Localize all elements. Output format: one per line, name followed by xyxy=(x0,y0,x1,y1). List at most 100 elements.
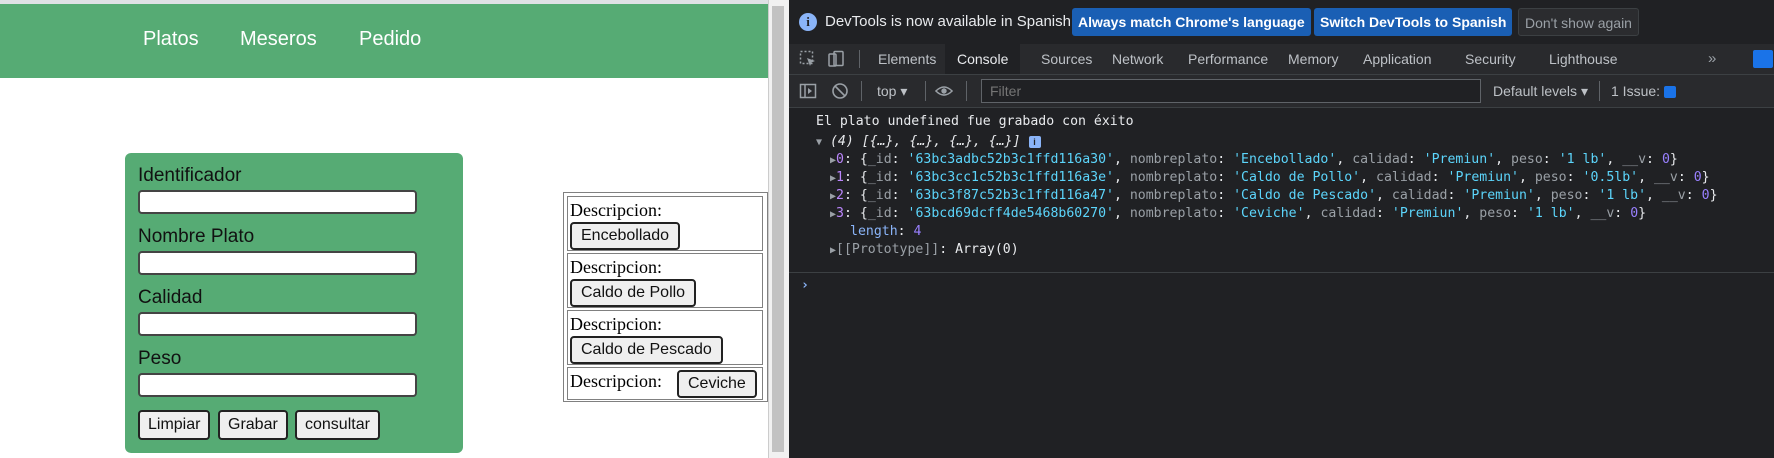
length-value: 4 xyxy=(913,224,922,239)
nombre-plato-input[interactable] xyxy=(138,251,417,275)
web-page: Platos Meseros Pedido Identificador Nomb… xyxy=(0,0,768,458)
description-row: Descripcion: Caldo de Pescado xyxy=(567,310,763,365)
length-key: length xyxy=(850,224,898,239)
description-row: Descripcion: Encebollado xyxy=(567,196,763,251)
tab-console[interactable]: Console xyxy=(945,44,1021,74)
tab-network[interactable]: Network xyxy=(1102,44,1173,74)
array-entry-row[interactable]: ▶3: {_id: '63bcd69dcff4de5468b60270', no… xyxy=(830,206,1646,221)
tab-sources[interactable]: Sources xyxy=(1031,44,1102,74)
array-summary-line[interactable]: ▼ (4) [{…}, {…}, {…}, {…}] i xyxy=(816,134,1041,149)
array-entry-row[interactable]: ▶0: {_id: '63bc3adbc52b3c1ffd116a30', no… xyxy=(830,152,1678,167)
array-entry-row[interactable]: ▶1: {_id: '63bc3cc1c52b3c1ffd116a3e', no… xyxy=(830,170,1710,185)
description-button-ceviche[interactable]: Ceviche xyxy=(677,370,757,398)
live-expression-eye-icon[interactable] xyxy=(935,82,953,100)
entry-nombreplato: 'Caldo de Pollo' xyxy=(1233,170,1361,185)
description-button-caldo-de-pollo[interactable]: Caldo de Pollo xyxy=(570,279,697,307)
nav-meseros[interactable]: Meseros xyxy=(240,28,317,51)
consultar-button[interactable]: consultar xyxy=(295,410,380,440)
description-label: Descripcion: xyxy=(570,257,662,277)
console-toolbar: top ▾ Default levels ▾ 1 Issue: xyxy=(789,75,1774,108)
entry-index: 0 xyxy=(836,152,844,167)
tab-lighthouse[interactable]: Lighthouse xyxy=(1539,44,1628,74)
log-levels-value: Default levels xyxy=(1493,83,1578,99)
prototype-value: Array(0) xyxy=(955,242,1019,257)
devtools-tabbar: Elements Console Sources Network Perform… xyxy=(789,44,1774,75)
match-language-button[interactable]: Always match Chrome's language xyxy=(1072,8,1311,36)
scrollbar-thumb[interactable] xyxy=(772,6,784,452)
console-prompt-chevron-icon[interactable]: › xyxy=(801,278,809,293)
dropdown-caret-icon: ▾ xyxy=(900,83,908,99)
tab-security[interactable]: Security xyxy=(1455,44,1526,74)
limpiar-button[interactable]: Limpiar xyxy=(138,410,211,440)
descriptions-table: Descripcion: Encebollado Descripcion: Ca… xyxy=(563,192,768,402)
entry-id: '63bc3f87c52b3c1ffd116a47' xyxy=(907,188,1114,203)
log-levels-select[interactable]: Default levels ▾ xyxy=(1493,83,1588,100)
entry-nombreplato: 'Ceviche' xyxy=(1233,206,1305,221)
toolbar-divider xyxy=(925,81,926,101)
device-toolbar-icon[interactable] xyxy=(827,50,845,68)
entry-version: 0 xyxy=(1661,152,1670,167)
description-row: Descripcion: Caldo de Pollo xyxy=(567,253,763,308)
array-length-line: length: 4 xyxy=(850,224,922,239)
tab-elements[interactable]: Elements xyxy=(868,44,946,74)
dropdown-caret-icon: ▾ xyxy=(1580,83,1588,99)
sidebar-toggle-icon[interactable] xyxy=(799,82,817,100)
grabar-button[interactable]: Grabar xyxy=(218,410,288,440)
entry-peso: '1 lb' xyxy=(1526,206,1575,221)
issues-button[interactable]: 1 Issue: xyxy=(1611,83,1677,99)
prototype-line[interactable]: ▶[[Prototype]]: Array(0) xyxy=(830,242,1019,257)
description-button-encebollado[interactable]: Encebollado xyxy=(570,222,681,250)
entry-version: 0 xyxy=(1630,206,1639,221)
switch-spanish-button[interactable]: Switch DevTools to Spanish xyxy=(1314,8,1513,36)
console-log-message: El plato undefined fue grabado con éxito xyxy=(816,114,1134,129)
collapse-triangle-icon[interactable]: ▼ xyxy=(816,137,822,148)
calidad-input[interactable] xyxy=(138,312,417,336)
console-filter-input[interactable] xyxy=(981,79,1481,103)
entry-version: 0 xyxy=(1693,170,1702,185)
toolbar-divider xyxy=(1599,81,1600,101)
toolbar-divider xyxy=(966,81,967,101)
dont-show-again-button[interactable]: Don't show again xyxy=(1518,8,1639,36)
console-output: El plato undefined fue grabado con éxito… xyxy=(789,108,1774,458)
entry-peso: '1 lb' xyxy=(1558,152,1607,167)
devtools-splitter[interactable] xyxy=(768,0,789,458)
entry-calidad: 'Premiun' xyxy=(1447,170,1519,185)
clear-console-icon[interactable] xyxy=(831,82,849,100)
nav-platos[interactable]: Platos xyxy=(143,28,199,51)
description-button-caldo-de-pescado[interactable]: Caldo de Pescado xyxy=(570,336,723,364)
entry-nombreplato: 'Caldo de Pescado' xyxy=(1233,188,1377,203)
nav-pedido[interactable]: Pedido xyxy=(359,28,421,51)
entry-nombreplato: 'Encebollado' xyxy=(1233,152,1337,167)
context-select[interactable]: top ▾ xyxy=(877,83,907,100)
infobar-message: DevTools is now available in Spanish! xyxy=(825,13,1076,30)
inspect-element-icon[interactable] xyxy=(799,50,817,68)
language-infobar: i DevTools is now available in Spanish! … xyxy=(789,0,1774,45)
tab-memory[interactable]: Memory xyxy=(1278,44,1349,74)
info-badge-icon: i xyxy=(1028,136,1041,148)
entry-id: '63bc3adbc52b3c1ffd116a30' xyxy=(907,152,1114,167)
toolbar-divider xyxy=(861,81,862,101)
entry-index: 1 xyxy=(836,170,844,185)
info-icon: i xyxy=(799,13,817,31)
label-identificador: Identificador xyxy=(138,165,242,186)
tab-application[interactable]: Application xyxy=(1353,44,1442,74)
messages-icon[interactable] xyxy=(1753,50,1773,68)
issues-icon xyxy=(1664,86,1677,99)
identificador-input[interactable] xyxy=(138,190,417,214)
array-entry-row[interactable]: ▶2: {_id: '63bc3f87c52b3c1ffd116a47', no… xyxy=(830,188,1718,203)
plato-form: Identificador Nombre Plato Calidad Peso … xyxy=(125,153,463,453)
description-label: Descripcion: xyxy=(570,314,662,334)
entry-index: 2 xyxy=(836,188,844,203)
array-summary: (4) [{…}, {…}, {…}, {…}] xyxy=(829,134,1021,149)
label-peso: Peso xyxy=(138,348,182,369)
label-nombre-plato: Nombre Plato xyxy=(138,226,255,247)
more-tabs-chevron-icon[interactable]: » xyxy=(1708,44,1716,74)
tab-performance[interactable]: Performance xyxy=(1178,44,1278,74)
entry-calidad: 'Premiun' xyxy=(1391,206,1464,221)
description-label: Descripcion: xyxy=(570,371,662,391)
entry-calidad: 'Premiun' xyxy=(1423,152,1496,167)
devtools-panel: i DevTools is now available in Spanish! … xyxy=(789,0,1774,458)
description-label: Descripcion: xyxy=(570,200,662,220)
entry-id: '63bc3cc1c52b3c1ffd116a3e' xyxy=(907,170,1114,185)
peso-input[interactable] xyxy=(138,373,417,397)
